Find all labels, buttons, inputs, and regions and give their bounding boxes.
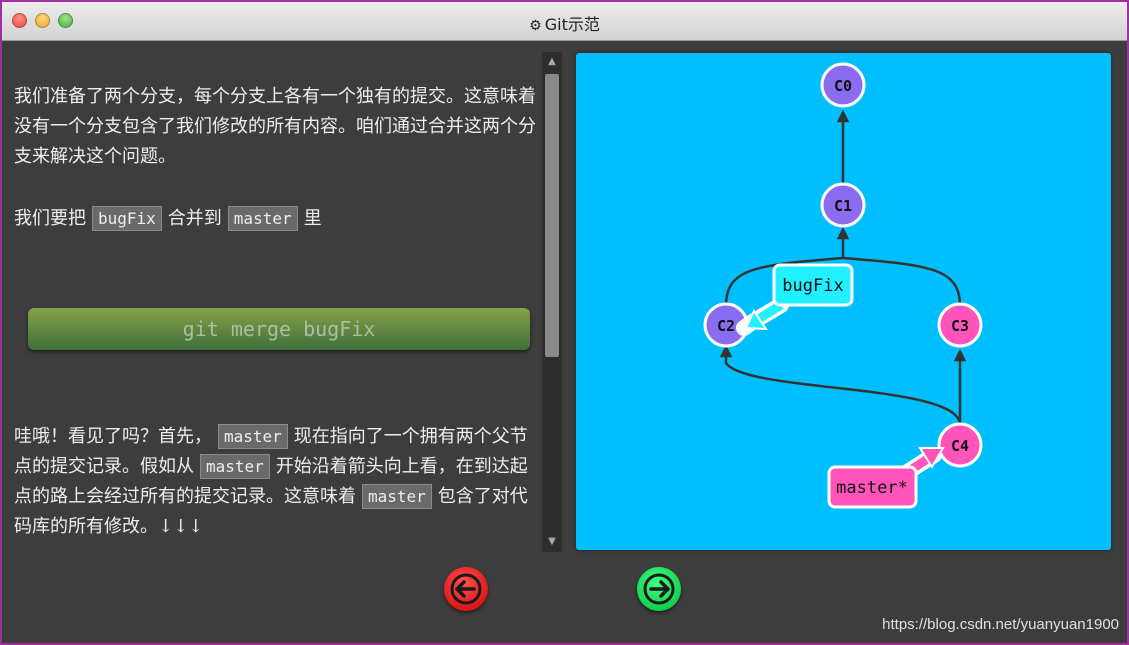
lesson-scrollbar[interactable]: ▲ ▼ xyxy=(542,52,562,552)
paragraph-3-part-1: 哇哦！看见了吗？首先， xyxy=(14,426,212,447)
paragraph-2-prefix: 我们要把 xyxy=(14,208,86,229)
commit-c0[interactable]: C0 xyxy=(820,62,866,108)
svg-text:bugFix: bugFix xyxy=(782,276,843,296)
next-step-button[interactable] xyxy=(637,567,681,611)
code-master: master xyxy=(362,484,432,509)
svg-text:C2: C2 xyxy=(717,317,735,335)
edge-c3-c1 xyxy=(842,256,962,307)
svg-text:C3: C3 xyxy=(951,317,969,335)
commit-c3[interactable]: C3 xyxy=(937,302,983,348)
code-master: master xyxy=(218,424,288,449)
branch-master[interactable]: master* xyxy=(827,447,945,509)
git-graph: C0 C1 C2 C3 C4 bugFix master* xyxy=(703,62,983,509)
lesson-paragraph-2: 我们要把 bugFix 合并到 master 里 xyxy=(14,204,542,234)
git-graph-canvas: C0 C1 C2 C3 C4 bugFix master* xyxy=(576,53,1111,550)
branch-bugfix[interactable]: bugFix xyxy=(736,263,854,336)
app-window: ⚙ Git示范 我们准备了两个分支，每个分支上各有一个独有的提交。这意味着没有一个… xyxy=(2,2,1127,643)
commit-c4[interactable]: C4 xyxy=(937,422,983,468)
arrow-left-icon xyxy=(450,573,482,605)
lesson-panel: 我们准备了两个分支，每个分支上各有一个独有的提交。这意味着没有一个分支包含了我们… xyxy=(14,50,542,540)
code-master: master xyxy=(200,454,270,479)
code-bugfix: bugFix xyxy=(92,206,162,231)
window-title-text: Git示范 xyxy=(544,15,600,34)
lesson-paragraph-3: 哇哦！看见了吗？首先， master 现在指向了一个拥有两个父节点的提交记录。假如从… xyxy=(14,422,542,540)
code-master: master xyxy=(227,206,298,231)
commit-c1[interactable]: C1 xyxy=(820,182,866,228)
run-command-button[interactable]: git merge bugFix xyxy=(28,308,530,350)
watermark-url: https://blog.csdn.net/yuanyuan1900 xyxy=(882,616,1119,633)
previous-step-button[interactable] xyxy=(444,567,488,611)
svg-text:C0: C0 xyxy=(834,77,852,95)
window-title: ⚙ Git示范 xyxy=(2,11,1127,35)
lesson-paragraph-1: 我们准备了两个分支，每个分支上各有一个独有的提交。这意味着没有一个分支包含了我们… xyxy=(14,86,536,167)
arrow-right-icon xyxy=(643,573,675,605)
scroll-up-icon[interactable]: ▲ xyxy=(542,52,562,72)
scroll-down-icon[interactable]: ▼ xyxy=(542,532,562,552)
svg-text:C4: C4 xyxy=(951,437,969,455)
svg-text:master*: master* xyxy=(836,478,908,498)
edge-c4-c2 xyxy=(719,344,962,426)
title-bar: ⚙ Git示范 xyxy=(2,2,1127,41)
scrollbar-thumb[interactable] xyxy=(545,74,559,357)
gear-icon: ⚙ xyxy=(529,18,542,34)
svg-text:C1: C1 xyxy=(834,197,852,215)
paragraph-2-suffix: 里 xyxy=(303,208,322,229)
paragraph-2-middle: 合并到 xyxy=(167,208,222,229)
